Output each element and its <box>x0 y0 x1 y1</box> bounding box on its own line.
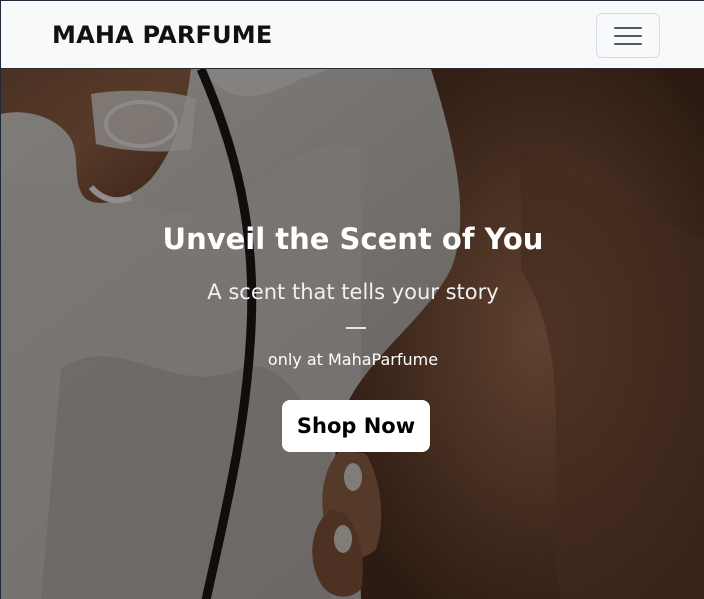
hero-note: only at MahaParfume <box>267 350 439 369</box>
navbar-toggle-button[interactable] <box>596 13 660 58</box>
hero-section: Unveil the Scent of You A scent that tel… <box>1 69 704 599</box>
page: MAHA PARFUME Unveil the Scent of You A s… <box>0 0 704 599</box>
hero-subtitle: A scent that tells your story <box>207 280 499 304</box>
hero-overlay <box>1 69 704 599</box>
navbar: MAHA PARFUME <box>1 1 704 69</box>
shop-now-button[interactable]: Shop Now <box>282 400 430 452</box>
hamburger-menu-icon <box>614 26 642 45</box>
hero-divider <box>346 327 366 329</box>
brand-logo-text[interactable]: MAHA PARFUME <box>52 21 272 49</box>
hero-title: Unveil the Scent of You <box>162 222 544 256</box>
